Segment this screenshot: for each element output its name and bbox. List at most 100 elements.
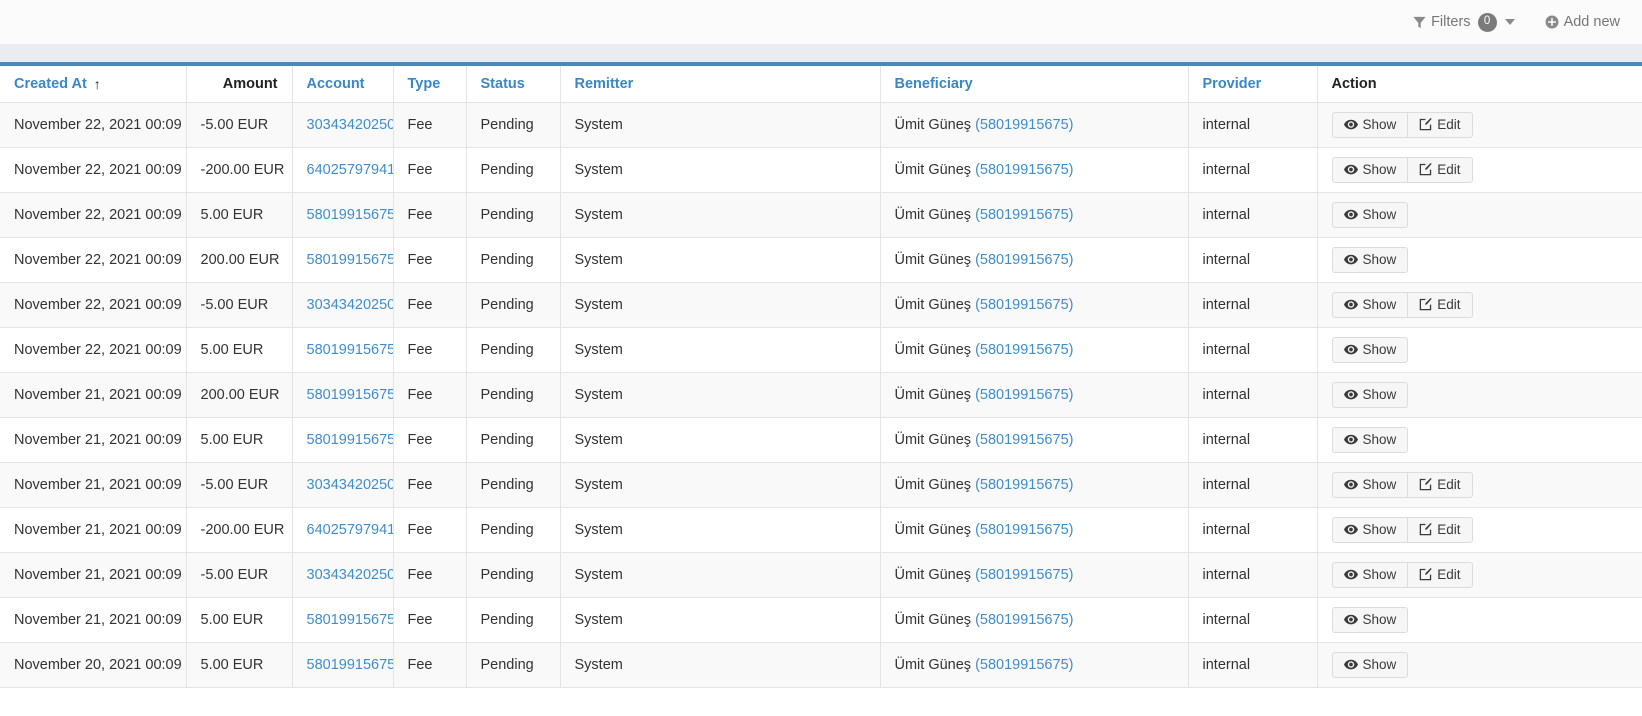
column-header-created-at[interactable]: Created At↑ bbox=[0, 66, 186, 102]
add-new-button[interactable]: Add new bbox=[1545, 14, 1620, 30]
account-link[interactable]: 64025797941 bbox=[307, 162, 394, 178]
cell-account: 58019915675 bbox=[292, 372, 393, 417]
account-link[interactable]: 58019915675 bbox=[307, 207, 394, 223]
plus-circle-icon bbox=[1545, 15, 1559, 29]
account-link[interactable]: 64025797941 bbox=[307, 522, 394, 538]
cell-remitter: System bbox=[560, 642, 880, 687]
show-button[interactable]: Show bbox=[1332, 427, 1409, 453]
cell-type: Fee bbox=[393, 417, 466, 462]
cell-action: ShowEdit bbox=[1317, 147, 1642, 192]
account-link[interactable]: 58019915675 bbox=[307, 342, 394, 358]
show-button[interactable]: Show bbox=[1332, 157, 1409, 183]
account-link[interactable]: 58019915675 bbox=[307, 612, 394, 628]
edit-button[interactable]: Edit bbox=[1407, 517, 1472, 543]
show-button[interactable]: Show bbox=[1332, 292, 1409, 318]
row-action-group: ShowEdit bbox=[1332, 157, 1473, 183]
show-button[interactable]: Show bbox=[1332, 652, 1409, 678]
cell-remitter: System bbox=[560, 147, 880, 192]
account-link[interactable]: 58019915675 bbox=[307, 657, 394, 673]
beneficiary-account-link[interactable]: (58019915675) bbox=[975, 657, 1073, 673]
table-header: Created At↑ Amount Account Type Status R… bbox=[0, 66, 1642, 102]
beneficiary-account-link[interactable]: (58019915675) bbox=[975, 522, 1073, 538]
account-link[interactable]: 30343420250 bbox=[307, 297, 394, 313]
show-button[interactable]: Show bbox=[1332, 562, 1409, 588]
beneficiary-account-link[interactable]: (58019915675) bbox=[975, 432, 1073, 448]
column-header-beneficiary[interactable]: Beneficiary bbox=[880, 66, 1188, 102]
beneficiary-name: Ümit Güneş bbox=[895, 252, 972, 268]
cell-amount: 200.00 EUR bbox=[186, 237, 292, 282]
cell-beneficiary: Ümit Güneş (58019915675) bbox=[880, 192, 1188, 237]
cell-status: Pending bbox=[466, 372, 560, 417]
pencil-square-icon bbox=[1419, 478, 1432, 491]
column-header-status[interactable]: Status bbox=[466, 66, 560, 102]
beneficiary-account-link[interactable]: (58019915675) bbox=[975, 612, 1073, 628]
cell-beneficiary: Ümit Güneş (58019915675) bbox=[880, 507, 1188, 552]
show-button-label: Show bbox=[1363, 522, 1397, 537]
show-button[interactable]: Show bbox=[1332, 517, 1409, 543]
column-header-remitter[interactable]: Remitter bbox=[560, 66, 880, 102]
edit-button[interactable]: Edit bbox=[1407, 112, 1472, 138]
account-link[interactable]: 30343420250 bbox=[307, 477, 394, 493]
cell-created-at: November 21, 2021 00:09 bbox=[0, 552, 186, 597]
cell-account: 64025797941 bbox=[292, 147, 393, 192]
account-link[interactable]: 30343420250 bbox=[307, 567, 394, 583]
eye-icon bbox=[1344, 299, 1358, 310]
cell-provider: internal bbox=[1188, 192, 1317, 237]
beneficiary-account-link[interactable]: (58019915675) bbox=[975, 162, 1073, 178]
add-new-label: Add new bbox=[1564, 14, 1620, 30]
table-row: November 21, 2021 00:09200.00 EUR5801991… bbox=[0, 372, 1642, 417]
pencil-square-icon bbox=[1419, 523, 1432, 536]
pencil-square-icon bbox=[1419, 298, 1432, 311]
beneficiary-account-link[interactable]: (58019915675) bbox=[975, 252, 1073, 268]
show-button[interactable]: Show bbox=[1332, 337, 1409, 363]
edit-button-label: Edit bbox=[1437, 117, 1460, 132]
column-header-account[interactable]: Account bbox=[292, 66, 393, 102]
show-button[interactable]: Show bbox=[1332, 247, 1409, 273]
beneficiary-name: Ümit Güneş bbox=[895, 477, 972, 493]
cell-account: 64025797941 bbox=[292, 507, 393, 552]
row-action-group: Show Edit bbox=[1332, 112, 1473, 138]
cell-amount: 5.00 EUR bbox=[186, 327, 292, 372]
cell-action: ShowEdit bbox=[1317, 552, 1642, 597]
cell-account: 58019915675 bbox=[292, 237, 393, 282]
table-row: November 22, 2021 00:095.00 EUR580199156… bbox=[0, 192, 1642, 237]
cell-remitter: System bbox=[560, 102, 880, 147]
beneficiary-account-link[interactable]: (58019915675) bbox=[975, 387, 1073, 403]
cell-status: Pending bbox=[466, 597, 560, 642]
cell-account: 58019915675 bbox=[292, 597, 393, 642]
edit-button[interactable]: Edit bbox=[1407, 292, 1472, 318]
cell-beneficiary: Ümit Güneş (58019915675) bbox=[880, 372, 1188, 417]
show-button[interactable]: Show bbox=[1332, 112, 1409, 138]
account-link[interactable]: 30343420250 bbox=[307, 117, 394, 133]
chevron-down-icon[interactable] bbox=[1505, 19, 1515, 25]
column-header-provider[interactable]: Provider bbox=[1188, 66, 1317, 102]
sort-ascending-icon[interactable]: ↑ bbox=[94, 76, 101, 92]
page-toolbar: Filters 0 Add new bbox=[0, 0, 1642, 44]
show-button[interactable]: Show bbox=[1332, 382, 1409, 408]
beneficiary-account-link[interactable]: (58019915675) bbox=[975, 117, 1073, 133]
cell-amount: 200.00 EUR bbox=[186, 372, 292, 417]
cell-provider: internal bbox=[1188, 372, 1317, 417]
account-link[interactable]: 58019915675 bbox=[307, 432, 394, 448]
cell-beneficiary: Ümit Güneş (58019915675) bbox=[880, 462, 1188, 507]
filters-count-badge: 0 bbox=[1478, 13, 1497, 32]
edit-button[interactable]: Edit bbox=[1407, 157, 1472, 183]
show-button[interactable]: Show bbox=[1332, 202, 1409, 228]
account-link[interactable]: 58019915675 bbox=[307, 387, 394, 403]
beneficiary-account-link[interactable]: (58019915675) bbox=[975, 477, 1073, 493]
column-header-type[interactable]: Type bbox=[393, 66, 466, 102]
edit-button[interactable]: Edit bbox=[1407, 562, 1472, 588]
filters-button[interactable]: Filters 0 bbox=[1413, 13, 1514, 32]
beneficiary-account-link[interactable]: (58019915675) bbox=[975, 567, 1073, 583]
cell-action: Show bbox=[1317, 372, 1642, 417]
beneficiary-account-link[interactable]: (58019915675) bbox=[975, 297, 1073, 313]
cell-type: Fee bbox=[393, 282, 466, 327]
show-button[interactable]: Show bbox=[1332, 472, 1409, 498]
beneficiary-account-link[interactable]: (58019915675) bbox=[975, 342, 1073, 358]
cell-created-at: November 22, 2021 00:09 bbox=[0, 192, 186, 237]
edit-button[interactable]: Edit bbox=[1407, 472, 1472, 498]
cell-beneficiary: Ümit Güneş (58019915675) bbox=[880, 327, 1188, 372]
show-button[interactable]: Show bbox=[1332, 607, 1409, 633]
beneficiary-account-link[interactable]: (58019915675) bbox=[975, 207, 1073, 223]
account-link[interactable]: 58019915675 bbox=[307, 252, 394, 268]
